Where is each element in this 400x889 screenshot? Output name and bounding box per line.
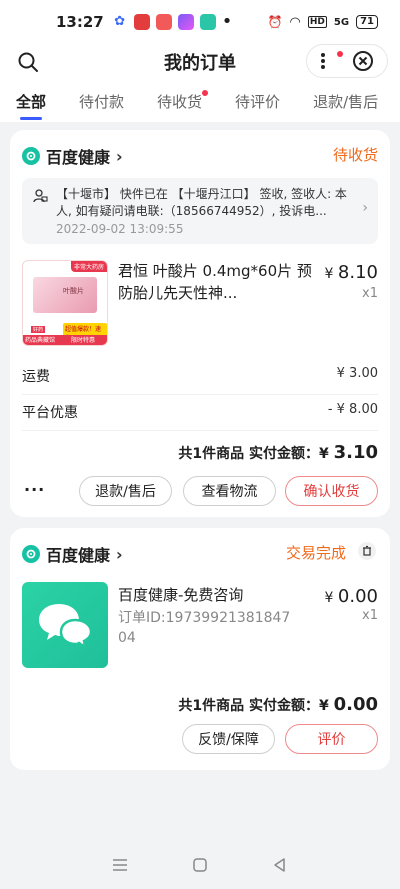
chevron-right-icon: › (116, 146, 123, 166)
delete-order-icon[interactable] (358, 542, 376, 560)
signal-icon: 5G (333, 16, 350, 28)
more-notifications-dot: • (221, 11, 233, 32)
status-time: 13:27 (56, 13, 104, 31)
product-name[interactable]: 君恒 叶酸片 0.4mg*60片 预防胎儿先天性神... (118, 260, 318, 304)
shipping-label: 运费 (22, 369, 50, 385)
discount-row: 平台优惠 - ¥ 8.00 (22, 402, 378, 422)
image-tag: 好药 (31, 326, 46, 333)
hd-icon: HD (307, 16, 327, 28)
logistics-info[interactable]: 【十堰市】 快件已在 【十堰丹江口】 签收, 签收人: 本人, 如有疑问请电联:… (22, 178, 378, 244)
more-actions-button[interactable]: ··· (24, 480, 45, 499)
product-price: ¥ 0.00 (324, 586, 378, 607)
search-icon[interactable] (16, 50, 40, 74)
review-button[interactable]: 评价 (285, 724, 378, 754)
shop-name: 百度健康 (46, 148, 111, 167)
product-price: ¥ 8.10 (324, 262, 378, 283)
shop-name: 百度健康 (46, 546, 111, 565)
image-badge: 非常大药房 (70, 261, 107, 272)
divider (22, 394, 378, 395)
order-status: 交易完成 (285, 544, 346, 562)
track-shipment-button[interactable]: 查看物流 (183, 476, 276, 506)
logistics-date: 2022-09-02 13:09:55 (56, 222, 184, 236)
image-tag: 限时特惠 (71, 337, 96, 344)
notification-dot (337, 51, 343, 57)
shipping-row: 运费 ¥ 3.00 (22, 366, 378, 386)
chevron-right-icon: › (116, 544, 123, 564)
alarm-icon: ⏰ (267, 15, 283, 29)
shipping-value: ¥ 3.00 (336, 366, 378, 381)
order-card[interactable]: 百度健康 › 待收货 【十堰市】 快件已在 【十堰丹江口】 签收, 签收人: 本… (10, 130, 390, 517)
home-icon[interactable] (192, 857, 208, 873)
wifi-icon: ◠ (289, 14, 301, 30)
confirm-receipt-button[interactable]: 确认收货 (285, 476, 378, 506)
baidu-paw-icon: ✿ (111, 14, 128, 30)
logistics-text: 【十堰市】 快件已在 【十堰丹江口】 签收, 签收人: 本人, 如有疑问请电联:… (56, 187, 347, 218)
order-card[interactable]: 百度健康 › 交易完成 百度健康-免费咨询 订单ID:1973992138184… (10, 528, 390, 770)
page-title: 我的订单 (164, 53, 236, 74)
tab-refund[interactable]: 退款/售后 (313, 80, 378, 122)
image-tag: 药品典藏馆 (25, 337, 56, 344)
back-icon[interactable] (272, 857, 288, 873)
page-header: 我的订单 (0, 44, 400, 80)
divider (22, 430, 378, 431)
product-image[interactable]: 非常大药房 叶酸片 超值爆款！速发 药品典藏馆 限时特惠 好药 (22, 260, 108, 346)
tab-pending-review[interactable]: 待评价 (235, 80, 280, 122)
discount-label: 平台优惠 (22, 405, 78, 421)
order-status: 待收货 (332, 146, 378, 164)
tab-pending-receipt[interactable]: 待收货 (157, 80, 209, 122)
tab-pending-payment[interactable]: 待付款 (79, 80, 124, 122)
shop-link[interactable]: 百度健康 › (22, 542, 123, 566)
battery-icon: 71 (356, 15, 378, 29)
more-menu-icon[interactable] (320, 52, 326, 70)
app-notify-icon-3 (199, 14, 216, 30)
toutiao-app-icon (133, 14, 150, 30)
system-nav-bar (0, 840, 400, 889)
order-tabs: 全部 待付款 待收货 待评价 退款/售后 (0, 80, 400, 122)
chevron-right-icon: › (362, 200, 368, 216)
product-quantity: x1 (362, 286, 378, 301)
baidu-health-logo-icon (22, 545, 40, 563)
close-icon[interactable] (352, 50, 374, 72)
discount-value: - ¥ 8.00 (327, 402, 378, 417)
baidu-health-logo-icon (22, 147, 40, 165)
app-notify-icon (155, 14, 172, 30)
order-total: 共1件商品 实付金额：¥ 0.00 (178, 694, 378, 715)
tab-all[interactable]: 全部 (16, 80, 46, 122)
order-id: 订单ID:1973992138184704 (118, 610, 291, 646)
product-quantity: x1 (362, 608, 378, 623)
image-label: 叶酸片 (63, 287, 84, 295)
feedback-button[interactable]: 反馈/保障 (182, 724, 275, 754)
refund-button[interactable]: 退款/售后 (79, 476, 172, 506)
page-background (0, 780, 400, 840)
app-notify-icon-2 (177, 14, 194, 30)
consultation-chat-icon[interactable] (22, 582, 108, 668)
product-name[interactable]: 百度健康-免费咨询 (118, 584, 243, 605)
menu-icon[interactable] (112, 858, 128, 872)
order-total: 共1件商品 实付金额：¥ 3.10 (178, 442, 378, 463)
tab-badge-dot (202, 90, 209, 96)
mini-app-capsule (306, 44, 388, 78)
status-bar: 13:27 ✿ • ⏰ ◠ HD 5G 71 (0, 0, 400, 44)
delivery-person-icon (33, 189, 48, 203)
shop-link[interactable]: 百度健康 › (22, 144, 123, 168)
